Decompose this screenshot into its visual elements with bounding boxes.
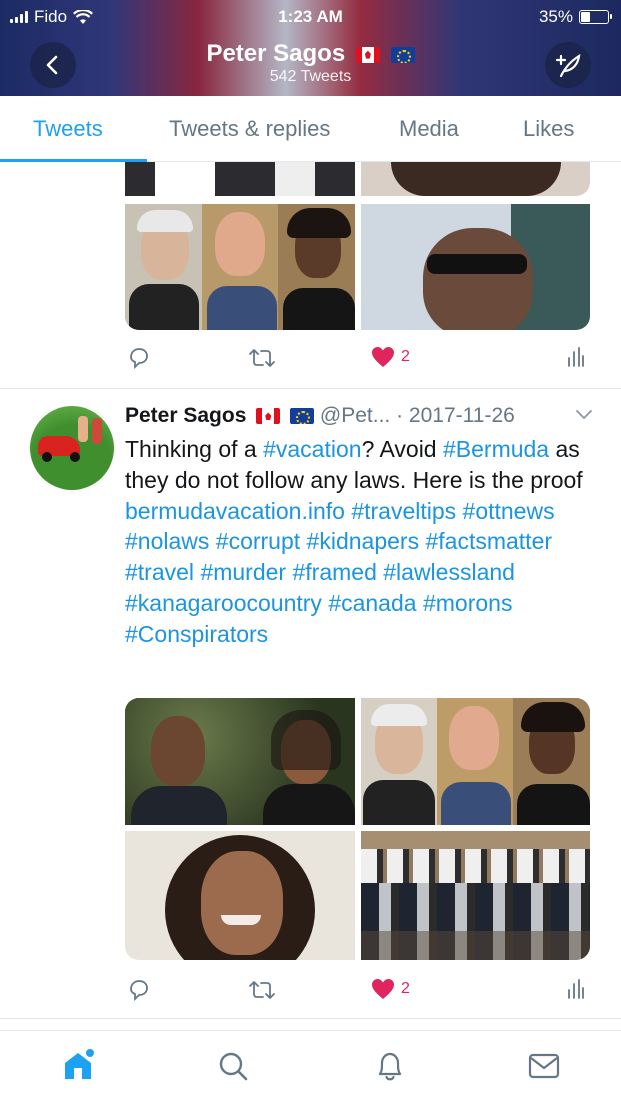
analytics-icon: [568, 347, 584, 367]
battery-percent: 35%: [538, 7, 573, 26]
page-title: Peter Sagos: [0, 40, 621, 68]
tweet-photo[interactable]: [361, 831, 590, 960]
status-bar: Fido 1:23 AM 35%: [0, 0, 621, 34]
like-button[interactable]: 2: [371, 346, 410, 368]
tweet-link[interactable]: #kidnapers: [307, 528, 420, 554]
analytics-button[interactable]: [567, 978, 585, 1000]
battery-status: 35%: [538, 7, 612, 27]
avatar[interactable]: [30, 406, 114, 490]
tweet-photo[interactable]: [125, 698, 355, 825]
tweet-divider: [0, 1018, 621, 1019]
compose-feather-icon: [555, 53, 581, 78]
tweet-divider: [0, 388, 621, 389]
tweet-options-button[interactable]: [575, 408, 593, 426]
author-name[interactable]: Peter Sagos: [125, 404, 246, 427]
tweet-link[interactable]: #ottnews: [463, 498, 555, 524]
reply-icon: [130, 980, 148, 1002]
tweet-photo[interactable]: [361, 204, 590, 330]
search-icon: [219, 1052, 248, 1081]
tweet-text: Thinking of a #vacation? Avoid #Bermuda …: [125, 434, 595, 650]
analytics-icon: [568, 979, 584, 999]
chevron-down-icon: [576, 410, 592, 420]
like-button[interactable]: 2: [371, 978, 410, 1000]
tab-tweets-replies[interactable]: Tweets & replies: [169, 116, 330, 142]
tweet-photo[interactable]: [361, 162, 590, 196]
canada-flag-icon: [256, 408, 281, 425]
tweet-text-segment: Thinking of a: [125, 436, 264, 462]
tweet-count: 542 Tweets: [269, 68, 352, 85]
like-count: 2: [401, 348, 410, 365]
tweet-actions: 2: [0, 346, 621, 386]
retweet-icon: [249, 981, 275, 999]
tweet-link[interactable]: #factsmatter: [425, 528, 552, 554]
tweet-header: Peter Sagos @Pet... · 2017-11-26: [125, 404, 515, 428]
tweet-link[interactable]: #nolaws: [125, 528, 209, 554]
tweet-photo[interactable]: [125, 204, 355, 330]
timeline: 2 Peter Sagos @Pet... · 2017-11-26 Think…: [0, 162, 621, 1030]
heart-filled-icon: [372, 979, 394, 999]
notifications-icon: [378, 1052, 402, 1081]
tweet-link[interactable]: #corrupt: [216, 528, 300, 554]
clock: 1:23 AM: [278, 7, 343, 26]
heart-filled-icon: [372, 347, 394, 367]
bottom-nav: [0, 1030, 621, 1104]
home-icon: [65, 1049, 94, 1079]
reply-button[interactable]: [127, 978, 151, 1002]
tweet-link[interactable]: #framed: [292, 559, 376, 585]
nav-notifications[interactable]: [373, 1049, 407, 1083]
header-nav: Peter Sagos 542 Tweets: [0, 36, 621, 94]
tweet-date: · 2017-11-26: [396, 404, 515, 427]
tweet-photo[interactable]: [125, 831, 355, 960]
tweet-link[interactable]: #kanagaroocountry: [125, 590, 322, 616]
profile-name: Peter Sagos: [206, 40, 346, 67]
tweet-link[interactable]: #morons: [423, 590, 512, 616]
messages-icon: [528, 1053, 560, 1079]
nav-messages[interactable]: [527, 1049, 561, 1083]
like-count: 2: [401, 980, 410, 997]
retweet-button[interactable]: [248, 978, 276, 1002]
author-handle[interactable]: @Pet...: [320, 404, 390, 427]
tab-tweets[interactable]: Tweets: [33, 116, 103, 142]
retweet-icon: [249, 349, 275, 367]
profile-header: Fido 1:23 AM 35% Peter Sagos 542 Tweets: [0, 0, 621, 96]
canada-flag-icon: [355, 46, 380, 63]
tweet-link[interactable]: #vacation: [263, 436, 361, 462]
tweet-text-segment: ? Avoid: [361, 436, 443, 462]
profile-tabs: Tweets Tweets & replies Media Likes: [0, 96, 621, 162]
tweet-link[interactable]: #murder: [200, 559, 286, 585]
eu-flag-icon: [290, 408, 315, 425]
reply-icon: [130, 348, 148, 370]
tweet-link[interactable]: #travel: [125, 559, 194, 585]
tweet-link[interactable]: #Bermuda: [443, 436, 549, 462]
tweet-actions: 2: [0, 978, 621, 1018]
nav-home[interactable]: [61, 1049, 95, 1083]
compose-tweet-button[interactable]: [545, 42, 591, 88]
tweet-link[interactable]: #lawlessland: [383, 559, 515, 585]
tweet-link[interactable]: #Conspirators: [125, 621, 268, 647]
tweet-photo[interactable]: [125, 162, 355, 196]
tweet-link[interactable]: bermudavacation.info: [125, 498, 345, 524]
tab-media[interactable]: Media: [399, 116, 459, 142]
retweet-button[interactable]: [248, 346, 276, 370]
tweet-link[interactable]: #canada: [328, 590, 416, 616]
tab-likes[interactable]: Likes: [523, 116, 574, 142]
analytics-button[interactable]: [567, 346, 585, 368]
eu-flag-icon: [390, 46, 415, 63]
battery-icon: [579, 10, 612, 24]
tweet-photo[interactable]: [361, 698, 590, 825]
nav-search[interactable]: [216, 1049, 250, 1083]
reply-button[interactable]: [127, 346, 151, 370]
tweet-link[interactable]: #traveltips: [351, 498, 456, 524]
